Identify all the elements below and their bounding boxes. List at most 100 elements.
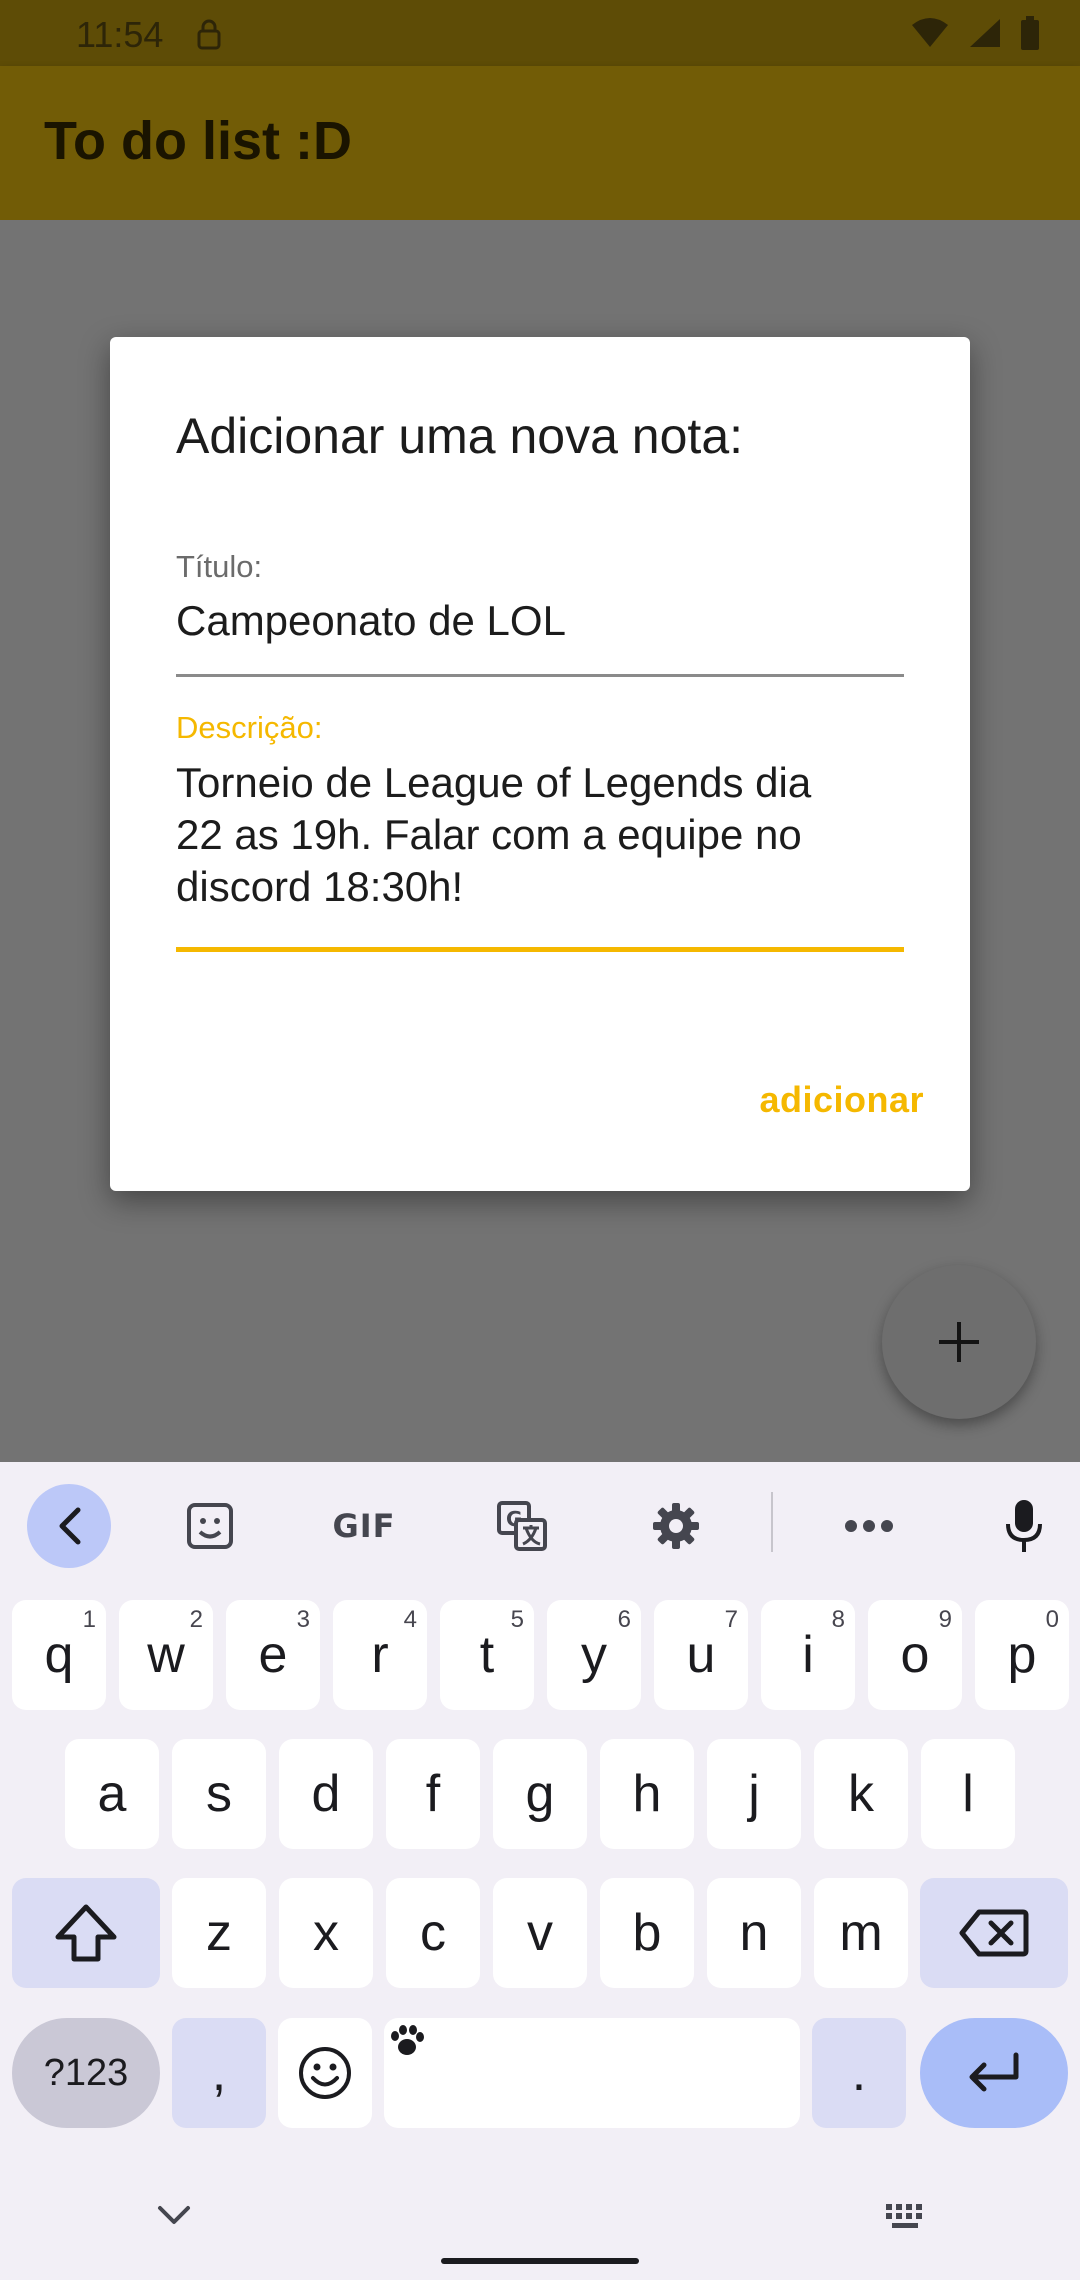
- key-number-hint: 7: [724, 1606, 738, 1633]
- key-label: x: [313, 1904, 339, 1962]
- key-label: c: [420, 1904, 446, 1962]
- title-field-label: Título:: [176, 549, 263, 584]
- key-h[interactable]: h: [600, 1739, 694, 1849]
- keyboard-back-button[interactable]: [27, 1484, 111, 1568]
- key-label: q: [44, 1626, 74, 1684]
- key-g[interactable]: g: [493, 1739, 587, 1849]
- key-label: r: [371, 1626, 389, 1684]
- key-number-hint: 3: [296, 1606, 310, 1633]
- key-label: b: [632, 1904, 662, 1962]
- key-b[interactable]: b: [600, 1878, 694, 1988]
- description-input[interactable]: Torneio de League of Legends dia 22 as 1…: [176, 757, 904, 952]
- chevron-left-icon: [59, 1507, 81, 1545]
- gif-label: GIF: [332, 1507, 396, 1545]
- gif-button[interactable]: GIF: [322, 1484, 406, 1568]
- cell-signal-icon: [970, 19, 1000, 47]
- key-label: m: [839, 1904, 883, 1962]
- comma-key[interactable]: ,: [172, 2018, 266, 2128]
- plus-icon: [939, 1322, 979, 1362]
- key-l[interactable]: l: [921, 1739, 1015, 1849]
- more-options-button[interactable]: [827, 1484, 911, 1568]
- key-label: h: [632, 1765, 662, 1823]
- chevron-down-icon[interactable]: [156, 2204, 192, 2228]
- add-button[interactable]: adicionar: [759, 1079, 924, 1121]
- key-e[interactable]: e3: [226, 1600, 320, 1710]
- key-s[interactable]: s: [172, 1739, 266, 1849]
- key-r[interactable]: r4: [333, 1600, 427, 1710]
- key-x[interactable]: x: [279, 1878, 373, 1988]
- key-y[interactable]: y6: [547, 1600, 641, 1710]
- paw-icon: [391, 2025, 424, 2055]
- emoji-key[interactable]: [278, 2018, 372, 2128]
- key-label: y: [581, 1626, 607, 1684]
- key-c[interactable]: c: [386, 1878, 480, 1988]
- shift-icon: [55, 1904, 117, 1962]
- key-a[interactable]: a: [65, 1739, 159, 1849]
- lock-icon: [197, 19, 221, 50]
- battery-icon: [1021, 16, 1039, 50]
- key-j[interactable]: j: [707, 1739, 801, 1849]
- description-field-label: Descrição:: [176, 710, 323, 745]
- translate-icon: G: [497, 1501, 547, 1551]
- navigation-bar: [0, 2184, 1080, 2280]
- key-m[interactable]: m: [814, 1878, 908, 1988]
- home-indicator[interactable]: [441, 2258, 639, 2264]
- emoji-icon: [299, 2047, 351, 2099]
- key-w[interactable]: w2: [119, 1600, 213, 1710]
- backspace-key[interactable]: [920, 1878, 1068, 1988]
- key-i[interactable]: i8: [761, 1600, 855, 1710]
- key-number-hint: 0: [1045, 1606, 1059, 1633]
- key-number-hint: 4: [403, 1606, 417, 1633]
- keyboard: GIF G ?123 , . q 1 w 2 e 3 r 4 t 5 y 6 u…: [0, 1462, 1080, 2280]
- settings-button[interactable]: [634, 1484, 718, 1568]
- key-n[interactable]: n: [707, 1878, 801, 1988]
- key-t[interactable]: t5: [440, 1600, 534, 1710]
- key-number-hint: 2: [189, 1606, 203, 1633]
- key-p[interactable]: p0: [975, 1600, 1069, 1710]
- backspace-icon: [959, 1909, 1029, 1957]
- key-z[interactable]: z: [172, 1878, 266, 1988]
- key-v[interactable]: v: [493, 1878, 587, 1988]
- shift-key[interactable]: [12, 1878, 160, 1988]
- translate-button[interactable]: G: [480, 1484, 564, 1568]
- toolbar-divider: [771, 1492, 773, 1552]
- key-label: a: [97, 1765, 127, 1823]
- status-time: 11:54: [76, 14, 164, 55]
- period-key[interactable]: .: [812, 2018, 906, 2128]
- title-input[interactable]: Campeonato de LOL: [176, 597, 904, 677]
- key-label: j: [748, 1765, 760, 1823]
- key-label: u: [686, 1626, 716, 1684]
- status-bar: 11:54: [0, 0, 1080, 66]
- key-label: g: [525, 1765, 555, 1823]
- voice-input-button[interactable]: [982, 1484, 1066, 1568]
- key-label: n: [739, 1904, 769, 1962]
- dialog-title: Adicionar uma nova nota:: [176, 408, 744, 464]
- key-u[interactable]: u7: [654, 1600, 748, 1710]
- key-f[interactable]: f: [386, 1739, 480, 1849]
- sticker-icon: [187, 1503, 233, 1549]
- key-label: e: [258, 1626, 288, 1684]
- keyboard-switch-icon[interactable]: [884, 2202, 930, 2232]
- key-label: i: [802, 1626, 814, 1684]
- spacebar-key[interactable]: [384, 2018, 800, 2128]
- key-k[interactable]: k: [814, 1739, 908, 1849]
- key-label: p: [1007, 1626, 1037, 1684]
- key-number-hint: 1: [82, 1606, 96, 1633]
- add-note-fab[interactable]: [882, 1265, 1036, 1419]
- enter-icon: [969, 2052, 1019, 2092]
- key-q[interactable]: q1: [12, 1600, 106, 1710]
- key-d[interactable]: d: [279, 1739, 373, 1849]
- microphone-icon: [1006, 1500, 1042, 1552]
- enter-key[interactable]: [920, 2018, 1068, 2128]
- key-label: v: [527, 1904, 553, 1962]
- add-note-dialog: Adicionar uma nova nota: Título: Campeon…: [110, 337, 970, 1191]
- gear-icon: [653, 1503, 699, 1549]
- key-label: s: [206, 1765, 232, 1823]
- symbols-key[interactable]: ?123: [12, 2018, 160, 2128]
- app-title: To do list :D: [44, 111, 352, 171]
- key-label: t: [479, 1626, 495, 1684]
- sticker-button[interactable]: [168, 1484, 252, 1568]
- app-bar: To do list :D: [0, 66, 1080, 220]
- key-o[interactable]: o9: [868, 1600, 962, 1710]
- key-label: z: [206, 1904, 232, 1962]
